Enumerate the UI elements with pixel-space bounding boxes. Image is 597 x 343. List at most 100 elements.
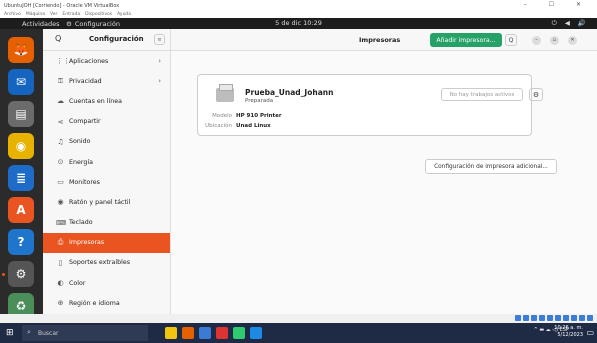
- search-icon: ⌕: [27, 328, 31, 336]
- vbox-statusbar: [0, 314, 597, 323]
- sidebar-item-icon: ⎙: [57, 238, 64, 247]
- printer-location-row: Ubicación Unad Linux: [198, 123, 271, 129]
- sidebar-item-teclado[interactable]: ⌨ Teclado: [43, 213, 170, 233]
- settings-icon[interactable]: ⚙: [8, 261, 34, 287]
- sidebar-item-label: Impresoras: [69, 239, 105, 247]
- clock-time: 10:26 a. m.: [554, 325, 583, 331]
- printer-name: Prueba_Unad_Johann: [245, 88, 334, 97]
- firefox-taskbar-icon[interactable]: [182, 327, 194, 339]
- chevron-right-icon: ›: [158, 77, 161, 86]
- sidebar-item-icon: ▯: [58, 258, 63, 267]
- rhythmbox-icon[interactable]: ◉: [8, 133, 34, 159]
- vbox-titlebar: UbuntuJOH [Corriendo] - Oracle VM Virtua…: [0, 0, 597, 11]
- files-icon[interactable]: ▤: [8, 101, 34, 127]
- printer-model-row: Modelo HP 910 Printer: [198, 113, 282, 119]
- sidebar-item-label: Monitores: [69, 178, 100, 186]
- sidebar-item-monitores[interactable]: ▭ Monitores: [43, 172, 170, 192]
- menu-dispositivos[interactable]: Dispositivos: [85, 12, 112, 17]
- settings-sidebar: Q Configuración ≡ ⋮⋮ Aplicaciones › ⚿ Privac…: [43, 29, 171, 314]
- sidebar-item-icon: ♫: [57, 137, 64, 146]
- sidebar-item-sonido[interactable]: ♫ Sonido: [43, 132, 170, 152]
- add-printer-button[interactable]: Añadir impresora...: [430, 33, 502, 47]
- model-value: HP 910 Printer: [236, 113, 282, 119]
- sidebar-item-cuentas-en-línea[interactable]: ☁ Cuentas en línea: [43, 91, 170, 111]
- location-key: Ubicación: [205, 123, 232, 129]
- app-taskbar-icon[interactable]: [216, 327, 228, 339]
- sidebar-item-icon: ⊕: [57, 299, 64, 308]
- gear-icon[interactable]: ⚙: [529, 88, 543, 101]
- sidebar-item-label: Color: [69, 279, 86, 287]
- sidebar-item-energía[interactable]: ⊙ Energía: [43, 152, 170, 172]
- edge-taskbar-icon[interactable]: [250, 327, 262, 339]
- printers-panel: Impresoras Añadir impresora... Q – ▫ ✕ P…: [171, 29, 597, 314]
- sidebar-list: ⋮⋮ Aplicaciones › ⚿ Privacidad › ☁ Cuentas en l…: [43, 51, 170, 313]
- printer-state: Preparada: [245, 98, 274, 104]
- thunderbird-icon[interactable]: ✉: [8, 69, 34, 95]
- sidebar-item-label: Sonido: [69, 138, 91, 146]
- windows-start-icon[interactable]: ⊞: [6, 328, 16, 338]
- sidebar-item-icon: ⊙: [57, 158, 64, 167]
- sidebar-item-label: Privacidad: [69, 77, 102, 85]
- close-button[interactable]: ✕: [568, 36, 577, 45]
- sidebar-item-icon: ☁: [57, 97, 64, 106]
- maximize-button[interactable]: ▫: [550, 36, 559, 45]
- sidebar-item-color[interactable]: ◐ Color: [43, 273, 170, 293]
- notification-icon[interactable]: ▭: [586, 328, 594, 337]
- sidebar-header: Q Configuración ≡: [43, 29, 170, 51]
- activities-button[interactable]: Actividades: [0, 20, 66, 28]
- file-explorer-icon[interactable]: [165, 327, 177, 339]
- hamburger-menu-icon[interactable]: ≡: [154, 34, 165, 45]
- running-indicator: [2, 273, 5, 276]
- taskbar-clock[interactable]: 10:26 a. m. 5/12/2023: [554, 325, 583, 339]
- menu-maquina[interactable]: Máquina: [26, 12, 45, 17]
- writer-icon[interactable]: ≣: [8, 165, 34, 191]
- sidebar-item-ratón-y-panel-táctil[interactable]: ◉ Ratón y panel táctil: [43, 192, 170, 212]
- gnome-topbar: Actividades ⚙ Configuración 5 de dic 10:2…: [0, 18, 597, 29]
- software-icon[interactable]: A: [8, 197, 34, 223]
- search-icon[interactable]: Q: [505, 34, 517, 46]
- menu-ayuda[interactable]: Ayuda: [117, 12, 131, 17]
- additional-printer-settings-button[interactable]: Configuración de impresora adicional...: [425, 159, 557, 174]
- virtualbox-taskbar-icon[interactable]: [199, 327, 211, 339]
- sidebar-item-icon: ⋖: [57, 117, 64, 126]
- menu-archivo[interactable]: Archivo: [4, 12, 21, 17]
- window-controls[interactable]: – ☐ ✕: [524, 1, 591, 8]
- jobs-button[interactable]: No hay trabajos activos: [441, 88, 523, 101]
- sidebar-item-label: Teclado: [69, 219, 93, 227]
- dock: 🦊 ✉ ▤ ◉ ≣ A? ⚙ ♻: [0, 29, 43, 319]
- chrome-taskbar-icon[interactable]: [233, 327, 245, 339]
- windows-taskbar: ⊞ ⌕ Buscar ^ ▬ ☁ ◁) ESP 10:26 a. m. 5/12/2…: [0, 323, 597, 343]
- printer-card: Prueba_Unad_Johann Preparada Modelo HP 91…: [197, 74, 543, 136]
- minimize-button[interactable]: –: [532, 36, 541, 45]
- menu-ver[interactable]: Ver: [50, 12, 57, 17]
- model-key: Modelo: [212, 113, 232, 119]
- sidebar-item-aplicaciones[interactable]: ⋮⋮ Aplicaciones ›: [43, 51, 170, 71]
- help-icon[interactable]: ?: [8, 229, 34, 255]
- sidebar-item-icon: ▭: [57, 178, 64, 187]
- app-menu[interactable]: ⚙ Configuración: [66, 20, 120, 28]
- sidebar-item-icon: ◉: [57, 198, 64, 207]
- topbar-clock[interactable]: 5 de dic 10:29: [275, 19, 322, 27]
- gear-icon: ⚙: [66, 19, 72, 28]
- firefox-icon[interactable]: 🦊: [8, 37, 34, 63]
- taskbar-search[interactable]: ⌕ Buscar: [22, 325, 148, 341]
- sidebar-item-label: Cuentas en línea: [69, 97, 122, 105]
- sidebar-item-label: Ratón y panel táctil: [69, 198, 131, 206]
- chevron-right-icon: ›: [158, 57, 161, 66]
- system-tray[interactable]: ⏻ ◀ 🔊: [552, 19, 589, 28]
- sidebar-item-privacidad[interactable]: ⚿ Privacidad ›: [43, 71, 170, 91]
- sidebar-item-impresoras[interactable]: ⎙ Impresoras: [43, 232, 170, 253]
- panel-header: Impresoras Añadir impresora... Q – ▫ ✕: [171, 29, 597, 51]
- sidebar-item-región-e-idioma[interactable]: ⊕ Región e idioma: [43, 293, 170, 313]
- sidebar-item-soportes-extraíbles[interactable]: ▯ Soportes extraíbles: [43, 253, 170, 273]
- location-value: Unad Linux: [236, 123, 271, 129]
- sidebar-item-compartir[interactable]: ⋖ Compartir: [43, 112, 170, 132]
- vbox-menubar: Archivo Máquina Ver Entrada Dispositivos…: [0, 11, 597, 18]
- vbox-status-icons: [515, 315, 593, 321]
- sidebar-item-icon: ⌨: [56, 218, 67, 227]
- sidebar-item-icon: ⋮⋮: [56, 57, 70, 66]
- sidebar-item-label: Aplicaciones: [69, 57, 109, 65]
- search-icon[interactable]: Q: [55, 34, 61, 43]
- sidebar-item-label: Energía: [69, 158, 93, 166]
- menu-entrada[interactable]: Entrada: [62, 12, 80, 17]
